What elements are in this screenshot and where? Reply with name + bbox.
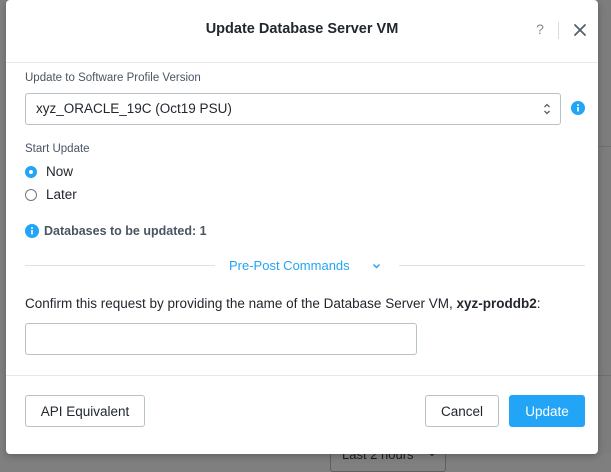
software-profile-label: Update to Software Profile Version — [25, 72, 201, 84]
confirm-instruction: Confirm this request by providing the na… — [25, 296, 541, 311]
dialog-title: Update Database Server VM — [205, 21, 399, 37]
section-divider-right — [399, 265, 585, 266]
start-update-label: Start Update — [25, 143, 90, 155]
confirm-vm-name: xyz-proddb2 — [456, 296, 537, 311]
header-divider — [558, 22, 559, 39]
radio-later-label: Later — [46, 187, 77, 202]
confirm-instruction-suffix: : — [536, 296, 541, 311]
background-right-panel — [598, 0, 611, 454]
databases-to-update-count: Databases to be updated: 1 — [44, 224, 207, 238]
pre-post-commands-toggle[interactable]: Pre-Post Commands — [229, 258, 350, 273]
footer-divider — [6, 375, 598, 376]
background-divider — [598, 146, 611, 147]
close-icon[interactable] — [572, 21, 588, 39]
confirm-instruction-prefix: Confirm this request by providing the na… — [25, 296, 457, 311]
help-question-icon[interactable]: ? — [532, 21, 548, 39]
software-profile-select[interactable]: xyz_ORACLE_19C (Oct19 PSU) — [25, 93, 561, 125]
radio-now-label: Now — [46, 164, 74, 179]
info-icon[interactable] — [571, 101, 585, 115]
section-divider-left — [25, 265, 215, 266]
software-profile-selected-value: xyz_ORACLE_19C (Oct19 PSU) — [36, 101, 232, 116]
cancel-button[interactable]: Cancel — [425, 395, 499, 427]
background-divider — [598, 375, 611, 376]
update-button[interactable]: Update — [509, 395, 585, 427]
select-arrows-icon — [544, 103, 550, 115]
confirm-vm-name-input[interactable] — [25, 323, 417, 355]
update-db-server-vm-dialog: Update Database Server VM ? Update to So… — [6, 0, 598, 454]
api-equivalent-button[interactable]: API Equivalent — [25, 395, 145, 427]
info-icon — [25, 224, 39, 238]
dialog-header: Update Database Server VM ? — [6, 0, 598, 63]
radio-unchecked-icon[interactable] — [25, 189, 37, 201]
radio-checked-icon[interactable] — [25, 166, 37, 178]
chevron-down-icon[interactable] — [372, 260, 381, 272]
